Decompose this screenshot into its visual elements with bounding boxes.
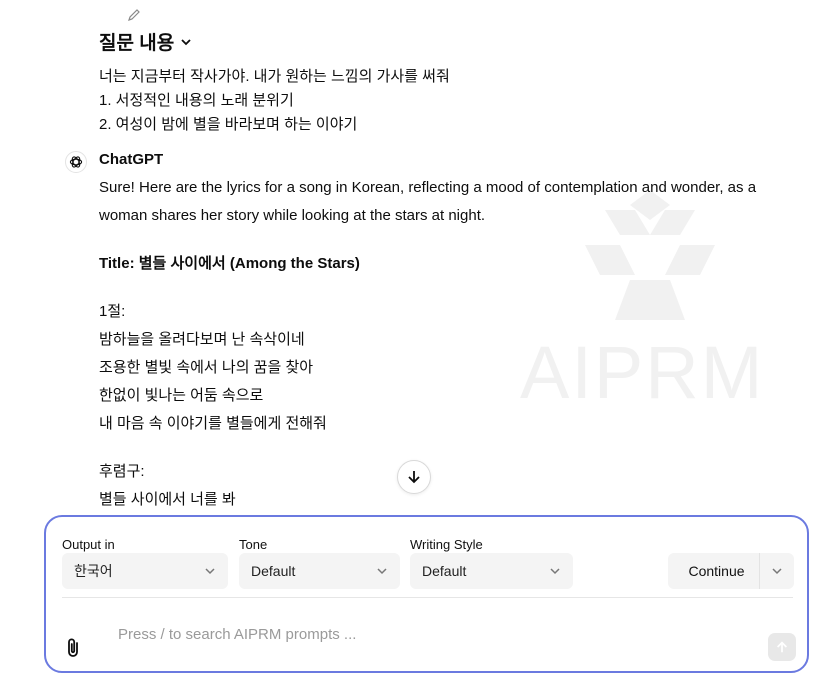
chevron-down-icon <box>550 568 560 575</box>
continue-split-button: Continue <box>668 553 794 589</box>
scroll-down-button[interactable] <box>397 460 431 494</box>
question-line: 너는 지금부터 작사가야. 내가 원하는 느낌의 가사를 써줘 <box>99 68 450 85</box>
paperclip-icon[interactable] <box>64 637 84 659</box>
writing-style-value: Default <box>422 563 467 579</box>
chevron-down-icon <box>205 568 215 575</box>
lyric-line: 별들 사이에서 너를 봐 <box>99 491 236 508</box>
output-language-select[interactable]: 한국어 <box>62 553 228 589</box>
lyric-line: 내 마음 속 이야기를 별들에게 전해줘 <box>99 415 327 432</box>
chorus-label: 후렴구: <box>99 463 145 480</box>
pencil-icon[interactable] <box>126 7 142 23</box>
tone-select[interactable]: Default <box>239 553 400 589</box>
continue-options-button[interactable] <box>759 553 794 589</box>
tone-value: Default <box>251 563 296 579</box>
assistant-name: ChatGPT <box>99 151 164 168</box>
question-title: 질문 내용 <box>99 33 175 54</box>
verse-label: 1절: <box>99 303 126 320</box>
question-line: 1. 서정적인 내용의 노래 분위기 <box>99 92 294 109</box>
output-language-value: 한국어 <box>74 563 113 579</box>
user-question: 질문 내용 너는 지금부터 작사가야. 내가 원하는 느낌의 가사를 써줘 1.… <box>99 28 450 137</box>
arrow-up-icon <box>777 641 787 653</box>
lyric-line: 밤하늘을 올려다보며 난 속삭이네 <box>99 331 305 348</box>
question-body: 너는 지금부터 작사가야. 내가 원하는 느낌의 가사를 써줘 1. 서정적인 … <box>99 65 450 137</box>
writing-style-label: Writing Style <box>410 537 483 552</box>
lyric-line: 조용한 별빛 속에서 나의 꿈을 찾아 <box>99 359 314 376</box>
panel-divider <box>62 597 793 598</box>
prompt-search-input[interactable] <box>116 621 680 647</box>
assistant-answer: Sure! Here are the lyrics for a song in … <box>99 174 799 514</box>
tone-label: Tone <box>239 537 268 552</box>
question-line: 2. 여성이 밤에 별을 바라보며 하는 이야기 <box>99 116 358 133</box>
question-title-toggle[interactable]: 질문 내용 <box>99 28 450 55</box>
song-title: Title: 별들 사이에서 (Among the Stars) <box>99 255 360 272</box>
output-label: Output in <box>62 537 115 552</box>
chevron-down-icon <box>377 568 387 575</box>
arrow-down-icon <box>408 471 420 484</box>
continue-button[interactable]: Continue <box>668 563 759 579</box>
lyric-line: 한없이 빛나는 어둠 속으로 <box>99 387 264 404</box>
chevron-down-icon <box>772 568 782 575</box>
answer-intro: Sure! Here are the lyrics for a song in … <box>99 179 757 224</box>
aiprm-prompt-panel: Output in 한국어 Tone Default Writing Style… <box>44 515 809 673</box>
chevron-down-icon <box>181 38 191 45</box>
send-button[interactable] <box>768 633 796 661</box>
writing-style-select[interactable]: Default <box>410 553 573 589</box>
chatgpt-logo-icon <box>65 151 87 173</box>
